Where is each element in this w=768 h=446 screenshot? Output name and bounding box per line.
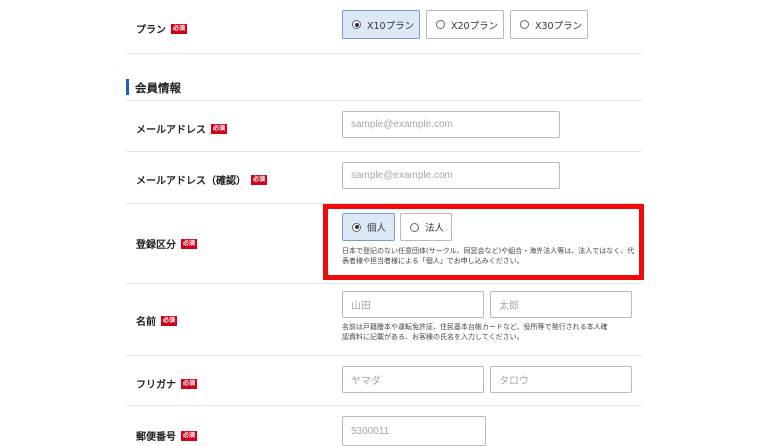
registration-label-text: 登録区分: [136, 240, 176, 251]
email-confirm-label-text: メールアドレス（確認）: [136, 176, 246, 187]
postal-code-placeholder: 5300011: [351, 425, 390, 437]
divider: [126, 355, 642, 356]
name-note: 名前は戸籍謄本や運転免許証、住民基本台帳カードなど、役所等で発行される本人確 認…: [342, 322, 638, 342]
divider: [126, 405, 642, 406]
highlight-box: [323, 204, 644, 280]
furigana-label-text: フリガナ: [136, 380, 176, 391]
email-confirm-placeholder: sample@example.com: [351, 170, 453, 181]
plan-option-x30[interactable]: X30プラン: [510, 10, 588, 39]
plan-label-text: プラン: [136, 25, 166, 36]
first-name-kana-field[interactable]: タロウ: [490, 366, 632, 393]
required-badge: 必須: [161, 315, 178, 326]
email-confirm-field[interactable]: sample@example.com: [342, 162, 560, 189]
required-badge: 必須: [181, 238, 198, 249]
section-accent-bar: [126, 79, 129, 95]
first-name-placeholder: 太郎: [499, 301, 519, 312]
plan-label: プラン 必須: [136, 21, 188, 36]
first-name-field[interactable]: 太郎: [490, 291, 632, 318]
plan-option-label: X20プラン: [451, 20, 499, 32]
plan-option-x20[interactable]: X20プラン: [426, 10, 504, 39]
name-label-text: 名前: [136, 317, 156, 328]
email-label-text: メールアドレス: [136, 125, 206, 136]
plan-option-label: X10プラン: [367, 20, 415, 32]
plan-option-label: X30プラン: [535, 20, 583, 32]
registration-label: 登録区分 必須: [136, 236, 198, 251]
last-name-field[interactable]: 山田: [342, 291, 484, 318]
section-title: 会員情報: [135, 81, 181, 95]
last-name-kana-placeholder: ヤマダ: [351, 376, 381, 387]
postal-code-field[interactable]: 5300011: [342, 416, 486, 446]
furigana-label: フリガナ 必須: [136, 376, 198, 391]
radio-unselected-icon: [520, 20, 529, 29]
email-placeholder: sample@example.com: [351, 119, 453, 130]
last-name-kana-field[interactable]: ヤマダ: [342, 366, 484, 393]
email-field[interactable]: sample@example.com: [342, 111, 560, 138]
first-name-kana-placeholder: タロウ: [499, 376, 529, 387]
plan-option-x10[interactable]: X10プラン: [342, 10, 420, 39]
divider: [126, 100, 642, 101]
divider: [126, 151, 642, 152]
required-badge: 必須: [181, 430, 198, 441]
radio-selected-icon: [352, 20, 361, 29]
required-badge: 必須: [251, 174, 268, 185]
email-label: メールアドレス 必須: [136, 121, 228, 136]
email-confirm-label: メールアドレス（確認） 必須: [136, 172, 268, 187]
name-note-line: 名前は戸籍謄本や運転免許証、住民基本台帳カードなど、役所等で発行される本人確: [342, 323, 608, 331]
required-badge: 必須: [171, 23, 188, 34]
name-label: 名前 必須: [136, 313, 178, 328]
last-name-placeholder: 山田: [351, 301, 371, 312]
required-badge: 必須: [211, 123, 228, 134]
name-note-line: 認資料に記載がある、お客様の氏名を入力してください。: [342, 333, 524, 341]
divider: [126, 53, 642, 54]
radio-unselected-icon: [436, 20, 445, 29]
required-badge: 必須: [181, 378, 198, 389]
divider: [126, 283, 642, 284]
